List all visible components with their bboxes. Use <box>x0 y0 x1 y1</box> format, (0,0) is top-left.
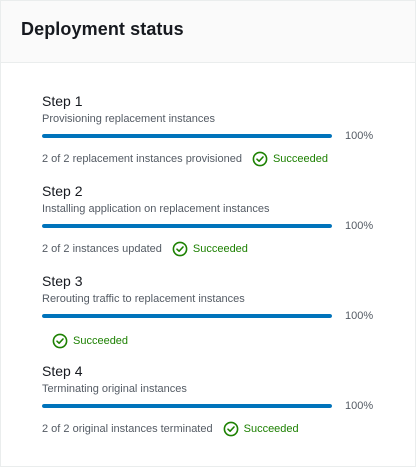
check-circle-icon <box>52 333 68 349</box>
step-3: Step 3 Rerouting traffic to replacement … <box>42 273 382 349</box>
progress-bar <box>42 224 332 228</box>
step-title: Step 2 <box>42 183 83 199</box>
step-2: Step 2 Installing application on replace… <box>42 183 382 257</box>
progress-percent: 100% <box>345 310 374 322</box>
progress-row: 100% <box>42 399 382 413</box>
status-label: Succeeded <box>73 335 129 347</box>
progress-bar <box>42 404 332 408</box>
deployment-status-panel: Deployment status Step 1 Provisioning re… <box>0 0 416 467</box>
status-indicator: Succeeded <box>172 241 248 257</box>
status-label: Succeeded <box>243 423 299 435</box>
step-description: Installing application on replacement in… <box>42 203 270 215</box>
status-indicator: Succeeded <box>252 151 328 167</box>
progress-percent: 100% <box>345 220 374 232</box>
progress-row: 100% <box>42 219 382 233</box>
progress-percent: 100% <box>345 130 374 142</box>
progress-fill <box>42 314 332 318</box>
panel-title: Deployment status <box>21 19 184 39</box>
progress-fill <box>42 224 332 228</box>
step-description: Provisioning replacement instances <box>42 113 216 125</box>
status-label: Succeeded <box>272 153 328 165</box>
progress-bar <box>42 314 332 318</box>
check-circle-icon <box>223 421 239 437</box>
progress-percent: 100% <box>345 400 374 412</box>
step-result: 2 of 2 original instances terminated Suc… <box>42 421 382 437</box>
step-title: Step 3 <box>42 273 83 289</box>
step-detail: 2 of 2 replacement instances provisioned <box>42 153 242 165</box>
progress-row: 100% <box>42 309 382 323</box>
check-circle-icon <box>172 241 188 257</box>
status-indicator: Succeeded <box>223 421 299 437</box>
progress-bar <box>42 134 332 138</box>
step-result: 2 of 2 replacement instances provisioned… <box>42 151 382 167</box>
status-indicator: Succeeded <box>52 333 128 349</box>
step-description: Rerouting traffic to replacement instanc… <box>42 293 245 305</box>
step-result: 2 of 2 instances updated Succeeded <box>42 241 382 257</box>
check-circle-icon <box>252 151 268 167</box>
step-detail: 2 of 2 original instances terminated <box>42 423 213 435</box>
progress-fill <box>42 134 332 138</box>
step-description: Terminating original instances <box>42 383 187 395</box>
panel-header: Deployment status <box>1 1 415 63</box>
step-result: Succeeded <box>42 333 382 349</box>
step-1: Step 1 Provisioning replacement instance… <box>42 93 382 167</box>
step-4: Step 4 Terminating original instances 10… <box>42 363 382 437</box>
progress-fill <box>42 404 332 408</box>
step-title: Step 4 <box>42 363 83 379</box>
step-title: Step 1 <box>42 93 83 109</box>
step-detail: 2 of 2 instances updated <box>42 243 162 255</box>
progress-row: 100% <box>42 129 382 143</box>
status-label: Succeeded <box>192 243 248 255</box>
